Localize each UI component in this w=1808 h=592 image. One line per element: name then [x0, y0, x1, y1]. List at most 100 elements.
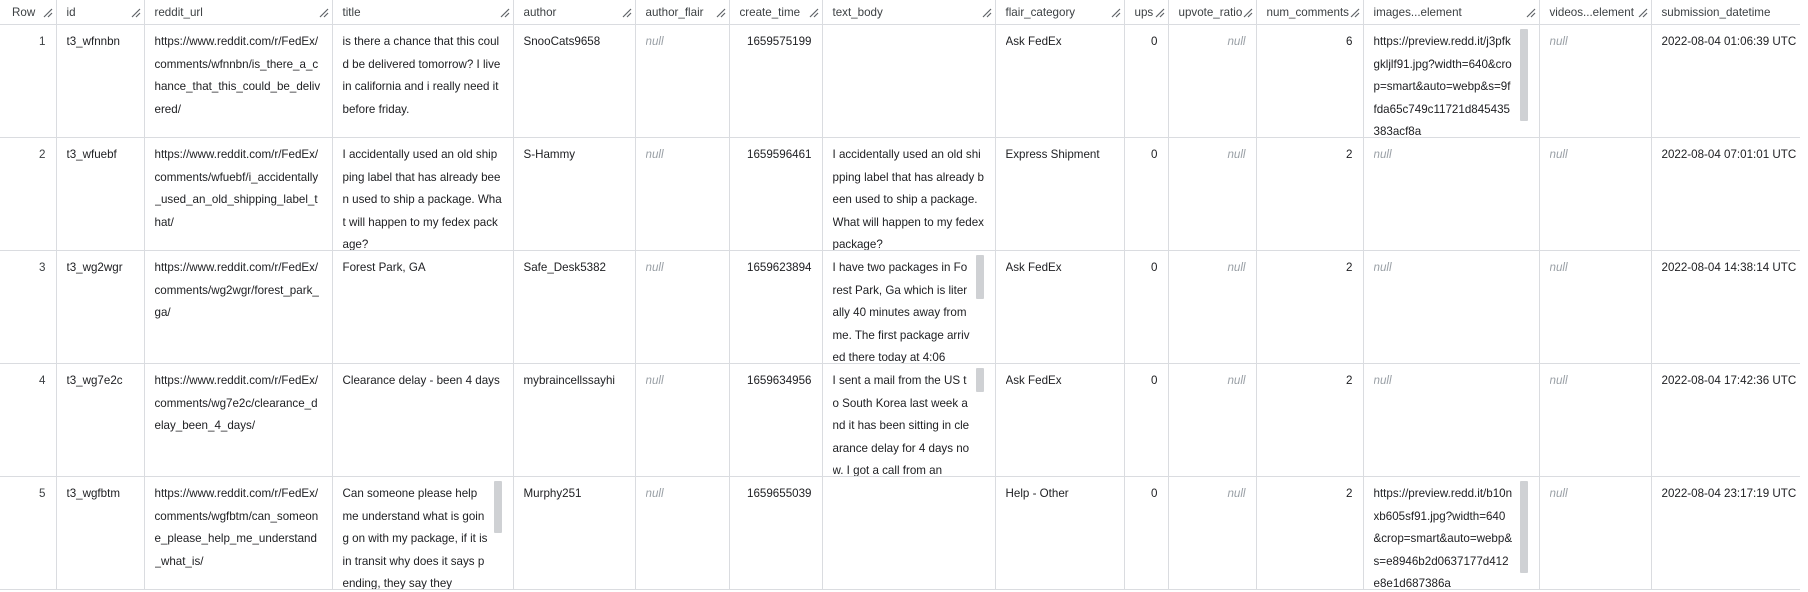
author-cell[interactable]: Safe_Desk5382: [513, 250, 636, 364]
column-header-upvote-ratio[interactable]: upvote_ratio: [1168, 0, 1257, 25]
id-cell[interactable]: t3_wg2wgr: [56, 250, 145, 364]
ups-cell[interactable]: 0: [1124, 476, 1169, 590]
text-body-cell[interactable]: I have two packages in Forest Park, Ga w…: [822, 250, 996, 364]
submission-datetime-cell[interactable]: 2022-08-04 14:38:14 UTC: [1651, 250, 1808, 364]
column-header-videos-element[interactable]: videos...element: [1539, 0, 1652, 25]
title-cell[interactable]: Forest Park, GA: [332, 250, 514, 364]
author-cell[interactable]: S-Hammy: [513, 137, 636, 251]
id-cell[interactable]: t3_wfuebf: [56, 137, 145, 251]
submission-datetime-cell[interactable]: 2022-08-04 23:17:19 UTC: [1651, 476, 1808, 590]
images-element-cell[interactable]: null: [1363, 363, 1540, 477]
create-time-cell[interactable]: 1659655039: [729, 476, 823, 590]
column-header-num-comments[interactable]: num_comments: [1256, 0, 1364, 25]
resize-handle-icon[interactable]: [1155, 8, 1165, 18]
id-cell[interactable]: t3_wfnnbn: [56, 24, 145, 138]
column-header-row[interactable]: Row: [0, 0, 57, 25]
cell-scrollbar[interactable]: [975, 255, 984, 299]
num-comments-cell[interactable]: 2: [1256, 476, 1364, 590]
flair-category-cell[interactable]: Express Shipment: [995, 137, 1125, 251]
submission-datetime-cell[interactable]: 2022-08-04 07:01:01 UTC: [1651, 137, 1808, 251]
column-header-author[interactable]: author: [513, 0, 636, 25]
title-cell[interactable]: I accidentally used an old shipping labe…: [332, 137, 514, 251]
resize-handle-icon[interactable]: [500, 8, 510, 18]
author-flair-cell[interactable]: null: [635, 250, 730, 364]
reddit-url-cell[interactable]: https://www.reddit.com/r/FedEx/comments/…: [144, 137, 333, 251]
resize-handle-icon[interactable]: [1638, 8, 1648, 18]
resize-handle-icon[interactable]: [809, 8, 819, 18]
author-flair-cell[interactable]: null: [635, 363, 730, 477]
resize-handle-icon[interactable]: [43, 8, 53, 18]
text-body-cell[interactable]: [822, 24, 996, 138]
flair-category-cell[interactable]: Ask FedEx: [995, 24, 1125, 138]
reddit-url-cell[interactable]: https://www.reddit.com/r/FedEx/comments/…: [144, 476, 333, 590]
images-element-cell[interactable]: https://preview.redd.it/j3pfkgkljlf91.jp…: [1363, 24, 1540, 138]
ups-cell[interactable]: 0: [1124, 137, 1169, 251]
column-header-title[interactable]: title: [332, 0, 514, 25]
cell-scrollbar[interactable]: [493, 481, 502, 533]
upvote-ratio-cell[interactable]: null: [1168, 137, 1257, 251]
create-time-cell[interactable]: 1659596461: [729, 137, 823, 251]
submission-datetime-cell[interactable]: 2022-08-04 17:42:36 UTC: [1651, 363, 1808, 477]
create-time-cell[interactable]: 1659634956: [729, 363, 823, 477]
ups-cell[interactable]: 0: [1124, 363, 1169, 477]
table-row[interactable]: 1 t3_wfnnbn https://www.reddit.com/r/Fed…: [0, 24, 1808, 138]
cell-scrollbar[interactable]: [1519, 29, 1528, 121]
column-header-author-flair[interactable]: author_flair: [635, 0, 730, 25]
author-cell[interactable]: mybraincellssayhi: [513, 363, 636, 477]
column-header-create-time[interactable]: create_time: [729, 0, 823, 25]
resize-handle-icon[interactable]: [716, 8, 726, 18]
column-header-submission-datetime[interactable]: submission_datetime: [1651, 0, 1808, 25]
images-element-cell[interactable]: https://preview.redd.it/b10nxb605sf91.jp…: [1363, 476, 1540, 590]
submission-datetime-cell[interactable]: 2022-08-04 01:06:39 UTC: [1651, 24, 1808, 138]
id-cell[interactable]: t3_wgfbtm: [56, 476, 145, 590]
videos-element-cell[interactable]: null: [1539, 363, 1652, 477]
reddit-url-cell[interactable]: https://www.reddit.com/r/FedEx/comments/…: [144, 250, 333, 364]
upvote-ratio-cell[interactable]: null: [1168, 24, 1257, 138]
column-header-images-element[interactable]: images...element: [1363, 0, 1540, 25]
ups-cell[interactable]: 0: [1124, 250, 1169, 364]
resize-handle-icon[interactable]: [982, 8, 992, 18]
table-row[interactable]: 4 t3_wg7e2c https://www.reddit.com/r/Fed…: [0, 363, 1808, 477]
reddit-url-cell[interactable]: https://www.reddit.com/r/FedEx/comments/…: [144, 24, 333, 138]
resize-handle-icon[interactable]: [622, 8, 632, 18]
resize-handle-icon[interactable]: [1111, 8, 1121, 18]
column-header-flair-category[interactable]: flair_category: [995, 0, 1125, 25]
create-time-cell[interactable]: 1659623894: [729, 250, 823, 364]
images-element-cell[interactable]: null: [1363, 250, 1540, 364]
column-header-reddit-url[interactable]: reddit_url: [144, 0, 333, 25]
author-cell[interactable]: SnooCats9658: [513, 24, 636, 138]
table-row[interactable]: 2 t3_wfuebf https://www.reddit.com/r/Fed…: [0, 137, 1808, 251]
num-comments-cell[interactable]: 2: [1256, 250, 1364, 364]
title-cell[interactable]: Can someone please help me understand wh…: [332, 476, 514, 590]
title-cell[interactable]: is there a chance that this could be del…: [332, 24, 514, 138]
flair-category-cell[interactable]: Ask FedEx: [995, 363, 1125, 477]
videos-element-cell[interactable]: null: [1539, 137, 1652, 251]
title-cell[interactable]: Clearance delay - been 4 days: [332, 363, 514, 477]
resize-handle-icon[interactable]: [1350, 8, 1360, 18]
upvote-ratio-cell[interactable]: null: [1168, 363, 1257, 477]
num-comments-cell[interactable]: 6: [1256, 24, 1364, 138]
upvote-ratio-cell[interactable]: null: [1168, 476, 1257, 590]
author-flair-cell[interactable]: null: [635, 24, 730, 138]
reddit-url-cell[interactable]: https://www.reddit.com/r/FedEx/comments/…: [144, 363, 333, 477]
videos-element-cell[interactable]: null: [1539, 250, 1652, 364]
table-row[interactable]: 5 t3_wgfbtm https://www.reddit.com/r/Fed…: [0, 476, 1808, 590]
resize-handle-icon[interactable]: [1526, 8, 1536, 18]
images-element-cell[interactable]: null: [1363, 137, 1540, 251]
flair-category-cell[interactable]: Ask FedEx: [995, 250, 1125, 364]
num-comments-cell[interactable]: 2: [1256, 363, 1364, 477]
resize-handle-icon[interactable]: [319, 8, 329, 18]
column-header-ups[interactable]: ups: [1124, 0, 1169, 25]
upvote-ratio-cell[interactable]: null: [1168, 250, 1257, 364]
column-header-text-body[interactable]: text_body: [822, 0, 996, 25]
text-body-cell[interactable]: I accidentally used an old shipping labe…: [822, 137, 996, 251]
num-comments-cell[interactable]: 2: [1256, 137, 1364, 251]
resize-handle-icon[interactable]: [1243, 8, 1253, 18]
flair-category-cell[interactable]: Help - Other: [995, 476, 1125, 590]
id-cell[interactable]: t3_wg7e2c: [56, 363, 145, 477]
text-body-cell[interactable]: I sent a mail from the US to South Korea…: [822, 363, 996, 477]
resize-handle-icon[interactable]: [131, 8, 141, 18]
cell-scrollbar[interactable]: [975, 368, 984, 392]
videos-element-cell[interactable]: null: [1539, 24, 1652, 138]
videos-element-cell[interactable]: null: [1539, 476, 1652, 590]
